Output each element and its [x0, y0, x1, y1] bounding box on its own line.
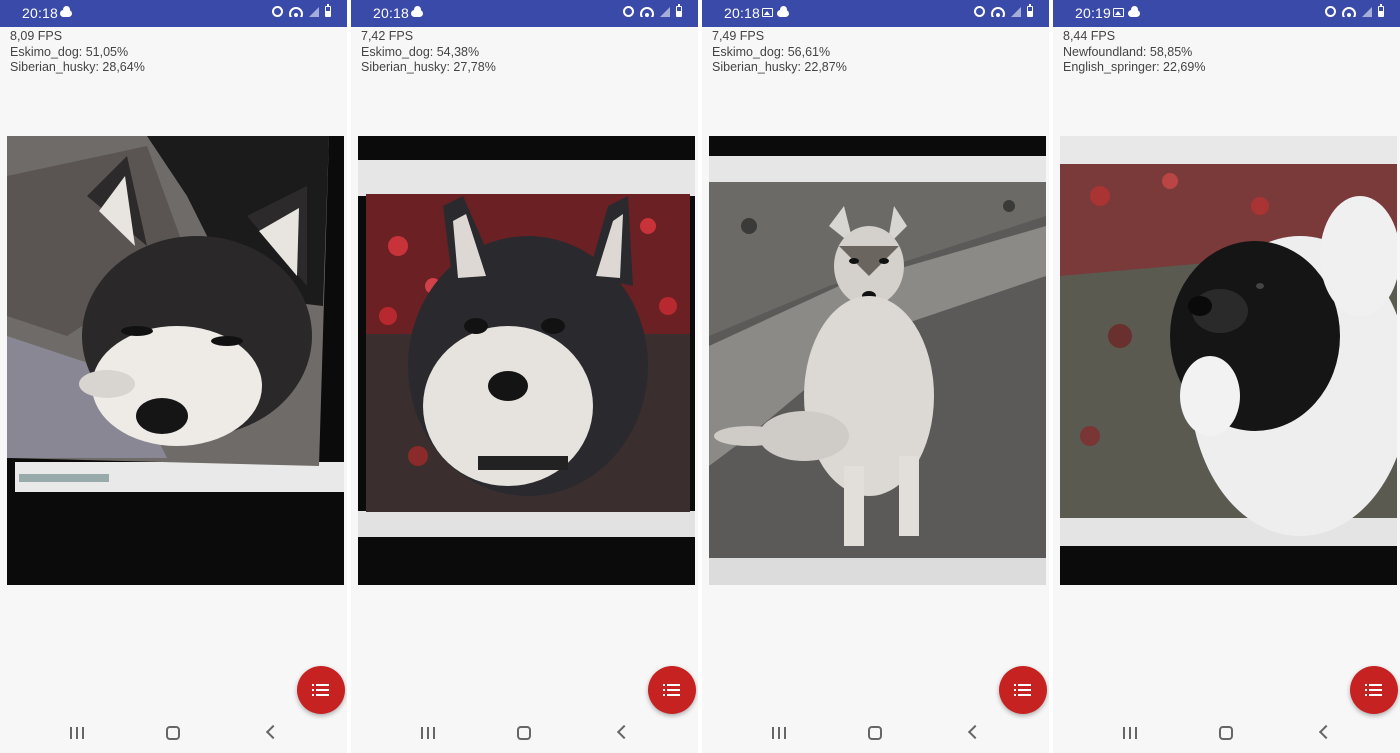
classification-info: 7,49 FPS Eskimo_dog: 56,61% Siberian_hus…	[712, 29, 847, 76]
husky-lying-photo	[7, 136, 344, 585]
result-top-2: Siberian_husky: 27,78%	[361, 60, 496, 74]
status-time: 20:18	[373, 5, 410, 21]
battery-icon	[1378, 4, 1384, 17]
back-icon[interactable]	[967, 724, 983, 740]
recents-icon[interactable]	[421, 727, 435, 739]
signal-icon	[660, 6, 670, 17]
phone-screen-3: 20:18 7,49 FPS Eskimo_dog: 56,61% Siberi…	[702, 0, 1049, 753]
navigation-bar	[351, 714, 698, 753]
signal-icon	[1011, 6, 1021, 17]
wifi-icon	[991, 6, 1005, 17]
gallery-icon	[1113, 7, 1124, 17]
menu-fab-button[interactable]	[999, 666, 1047, 714]
cloud-icon	[411, 6, 423, 17]
alarm-icon	[623, 6, 634, 17]
gallery-icon	[762, 7, 773, 17]
status-time: 20:18	[22, 5, 59, 21]
husky-sitting-photo	[709, 136, 1046, 585]
result-top-1: Newfoundland: 58,85%	[1063, 44, 1193, 59]
back-icon[interactable]	[265, 724, 281, 740]
navigation-bar	[0, 714, 347, 753]
navigation-bar	[702, 714, 1049, 753]
recents-icon[interactable]	[70, 727, 84, 739]
result-top-2: English_springer: 22,69%	[1063, 60, 1206, 74]
battery-icon	[676, 4, 682, 17]
fps-counter: 8,44 FPS	[1063, 29, 1116, 43]
fps-counter: 7,49 FPS	[712, 29, 765, 43]
camera-preview	[709, 136, 1046, 585]
alarm-icon	[1325, 6, 1336, 17]
result-top-2: Siberian_husky: 22,87%	[712, 60, 847, 74]
list-icon	[1365, 684, 1383, 696]
list-icon	[663, 684, 681, 696]
phone-screen-1: 20:18 8,09 FPS Eskimo_dog: 51,05% Siberi…	[0, 0, 347, 753]
status-bar: 20:18	[0, 0, 347, 27]
list-icon	[312, 684, 330, 696]
fps-counter: 7,42 FPS	[361, 29, 414, 43]
signal-icon	[309, 6, 319, 17]
recents-icon[interactable]	[772, 727, 786, 739]
status-time: 20:19	[1075, 5, 1112, 21]
home-icon[interactable]	[1219, 726, 1233, 740]
status-time: 20:18	[724, 5, 761, 21]
result-top-1: Eskimo_dog: 56,61%	[712, 44, 831, 59]
signal-icon	[1362, 6, 1372, 17]
menu-fab-button[interactable]	[297, 666, 345, 714]
status-bar: 20:19	[1053, 0, 1400, 27]
status-bar: 20:18	[702, 0, 1049, 27]
phone-screen-2: 20:18 7,42 FPS Eskimo_dog: 54,38% Siberi…	[351, 0, 698, 753]
classification-info: 8,09 FPS Eskimo_dog: 51,05% Siberian_hus…	[10, 29, 145, 76]
result-top-1: Eskimo_dog: 51,05%	[10, 44, 129, 59]
fps-counter: 8,09 FPS	[10, 29, 63, 43]
back-icon[interactable]	[1318, 724, 1334, 740]
result-top-2: Siberian_husky: 28,64%	[10, 60, 145, 74]
wifi-icon	[289, 6, 303, 17]
alarm-icon	[974, 6, 985, 17]
husky-closeup-photo	[358, 136, 695, 585]
home-icon[interactable]	[517, 726, 531, 740]
battery-icon	[1027, 4, 1033, 17]
classification-info: 7,42 FPS Eskimo_dog: 54,38% Siberian_hus…	[361, 29, 496, 76]
back-icon[interactable]	[616, 724, 632, 740]
camera-preview	[7, 136, 344, 585]
cloud-icon	[60, 6, 72, 17]
alarm-icon	[272, 6, 283, 17]
list-icon	[1014, 684, 1032, 696]
battery-icon	[325, 4, 331, 17]
classification-info: 8,44 FPS Newfoundland: 58,85% English_sp…	[1063, 29, 1205, 76]
home-icon[interactable]	[166, 726, 180, 740]
newfoundland-photo	[1060, 136, 1397, 585]
status-bar: 20:18	[351, 0, 698, 27]
result-top-1: Eskimo_dog: 54,38%	[361, 44, 480, 59]
menu-fab-button[interactable]	[648, 666, 696, 714]
camera-preview	[358, 136, 695, 585]
phone-screen-4: 20:19 8,44 FPS Newfoundland: 58,85% Engl…	[1053, 0, 1400, 753]
recents-icon[interactable]	[1123, 727, 1137, 739]
cloud-icon	[777, 6, 789, 17]
wifi-icon	[640, 6, 654, 17]
home-icon[interactable]	[868, 726, 882, 740]
wifi-icon	[1342, 6, 1356, 17]
navigation-bar	[1053, 714, 1400, 753]
cloud-icon	[1128, 6, 1140, 17]
camera-preview	[1060, 136, 1397, 585]
menu-fab-button[interactable]	[1350, 666, 1398, 714]
